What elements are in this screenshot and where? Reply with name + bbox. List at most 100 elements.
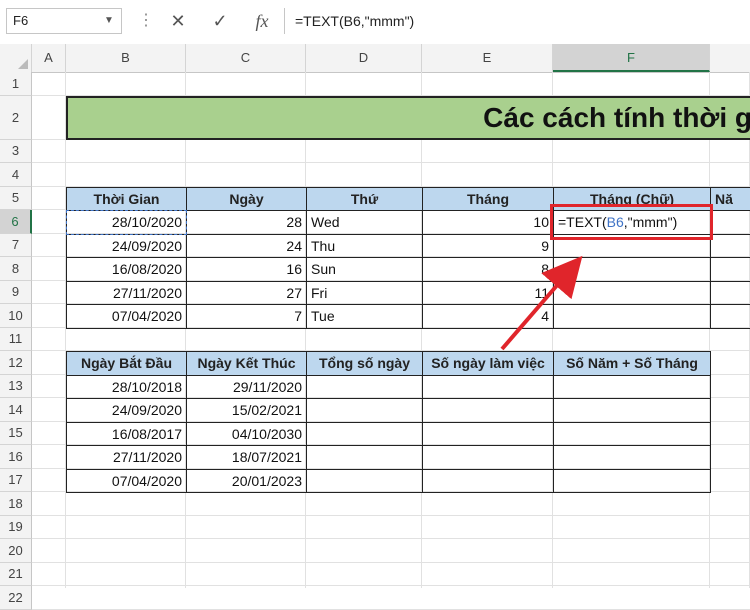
- table2-cell[interactable]: [553, 398, 711, 423]
- column-header-b[interactable]: B: [66, 44, 186, 72]
- row-header-7[interactable]: 7: [0, 233, 32, 257]
- table2-header-cell[interactable]: Ngày Kết Thúc: [186, 351, 307, 376]
- table2-cell[interactable]: 16/08/2017: [66, 421, 187, 446]
- row-header-12[interactable]: 12: [0, 351, 32, 375]
- table1-header-cell[interactable]: Tháng (Chữ): [553, 186, 711, 211]
- row-header-16[interactable]: 16: [0, 445, 32, 469]
- table2-cell[interactable]: 18/07/2021: [186, 445, 307, 470]
- table2-cell[interactable]: 20/01/2023: [186, 468, 307, 493]
- table2-cell[interactable]: 07/04/2020: [66, 468, 187, 493]
- sheet-title[interactable]: Các cách tính thời g: [66, 95, 750, 140]
- table1-cell[interactable]: Thu: [306, 233, 423, 258]
- cancel-button[interactable]: ✕: [165, 8, 191, 34]
- table1-cell[interactable]: 9: [422, 233, 554, 258]
- table1-cell[interactable]: [710, 304, 750, 329]
- table2-cell[interactable]: [306, 374, 423, 399]
- row-header-5[interactable]: 5: [0, 186, 32, 210]
- column-header-f[interactable]: F: [553, 44, 710, 72]
- table2-cell[interactable]: [553, 468, 711, 493]
- table1-cell[interactable]: 7: [186, 304, 307, 329]
- table1-header-cell[interactable]: Nă: [710, 186, 750, 211]
- table2-cell[interactable]: [553, 445, 711, 470]
- table1-header-cell[interactable]: Thời Gian: [66, 186, 187, 211]
- table2-cell[interactable]: [306, 468, 423, 493]
- table1-cell[interactable]: [553, 257, 711, 282]
- table1-cell[interactable]: Tue: [306, 304, 423, 329]
- table1-cell[interactable]: 16/08/2020: [66, 257, 187, 282]
- row-header-22[interactable]: 22: [0, 586, 32, 610]
- table1-cell[interactable]: 10: [422, 210, 554, 235]
- row-header-4[interactable]: 4: [0, 163, 32, 187]
- table1-cell[interactable]: Sun: [306, 257, 423, 282]
- chevron-down-icon[interactable]: ▼: [104, 15, 114, 26]
- editing-cell-f6[interactable]: =TEXT(B6 ,"mmm"): [554, 211, 709, 234]
- column-header-e[interactable]: E: [422, 44, 553, 72]
- table2-header-cell[interactable]: Số ngày làm việc: [422, 351, 554, 376]
- table2-cell[interactable]: 15/02/2021: [186, 398, 307, 423]
- row-header-11[interactable]: 11: [0, 327, 32, 351]
- table2-header-cell[interactable]: Số Năm + Số Tháng: [553, 351, 711, 376]
- row-header-21[interactable]: 21: [0, 562, 32, 586]
- column-header-a[interactable]: A: [32, 44, 66, 72]
- table2-cell[interactable]: [306, 421, 423, 446]
- table2-cell[interactable]: [422, 398, 554, 423]
- table1-cell[interactable]: 07/04/2020: [66, 304, 187, 329]
- table2-cell[interactable]: [553, 374, 711, 399]
- insert-function-button[interactable]: fx: [249, 8, 275, 34]
- table2-cell[interactable]: [422, 445, 554, 470]
- table2-cell[interactable]: [422, 468, 554, 493]
- table2-cell[interactable]: [306, 398, 423, 423]
- table1-cell[interactable]: 24: [186, 233, 307, 258]
- table2-header-cell[interactable]: Tổng số ngày: [306, 351, 423, 376]
- table1-cell[interactable]: [710, 233, 750, 258]
- table1-cell[interactable]: 16: [186, 257, 307, 282]
- row-header-3[interactable]: 3: [0, 139, 32, 163]
- table1-cell[interactable]: [553, 304, 711, 329]
- table1-cell[interactable]: [710, 280, 750, 305]
- formula-input[interactable]: =TEXT(B6,"mmm"): [284, 8, 750, 34]
- table1-cell[interactable]: Fri: [306, 280, 423, 305]
- table1-cell[interactable]: 24/09/2020: [66, 233, 187, 258]
- table1-cell[interactable]: 4: [422, 304, 554, 329]
- table2-cell[interactable]: 29/11/2020: [186, 374, 307, 399]
- row-header-20[interactable]: 20: [0, 539, 32, 563]
- row-header-15[interactable]: 15: [0, 421, 32, 445]
- row-header-18[interactable]: 18: [0, 492, 32, 516]
- table2-cell[interactable]: [422, 374, 554, 399]
- table2-cell[interactable]: 04/10/2030: [186, 421, 307, 446]
- table1-cell[interactable]: [553, 233, 711, 258]
- table1-cell[interactable]: 8: [422, 257, 554, 282]
- table2-cell[interactable]: [553, 421, 711, 446]
- worksheet-grid[interactable]: Các cách tính thời g Thời Gian Ngày Thứ Thá…: [32, 72, 750, 610]
- table2-header-cell[interactable]: Ngày Bắt Đầu: [66, 351, 187, 376]
- table1-cell[interactable]: 27: [186, 280, 307, 305]
- row-header-8[interactable]: 8: [0, 257, 32, 281]
- row-header-17[interactable]: 17: [0, 468, 32, 492]
- table1-cell[interactable]: 11: [422, 280, 554, 305]
- row-header-6[interactable]: 6: [0, 210, 32, 234]
- row-header-14[interactable]: 14: [0, 398, 32, 422]
- table1-cell[interactable]: 27/11/2020: [66, 280, 187, 305]
- column-header-g[interactable]: [710, 44, 750, 72]
- row-header-2[interactable]: 2: [0, 95, 32, 140]
- table1-cell[interactable]: 28/10/2020: [66, 210, 187, 235]
- select-all-button[interactable]: [0, 44, 32, 72]
- table2-cell[interactable]: [422, 421, 554, 446]
- row-header-19[interactable]: 19: [0, 515, 32, 539]
- table2-cell[interactable]: 27/11/2020: [66, 445, 187, 470]
- row-header-9[interactable]: 9: [0, 280, 32, 304]
- table1-header-cell[interactable]: Ngày: [186, 186, 307, 211]
- table1-cell[interactable]: Wed: [306, 210, 423, 235]
- table2-cell[interactable]: [306, 445, 423, 470]
- table1-cell[interactable]: [553, 280, 711, 305]
- table1-cell[interactable]: [710, 210, 750, 235]
- column-header-d[interactable]: D: [306, 44, 422, 72]
- table1-header-cell[interactable]: Thứ: [306, 186, 423, 211]
- table1-header-cell[interactable]: Tháng: [422, 186, 554, 211]
- row-header-13[interactable]: 13: [0, 374, 32, 398]
- row-header-10[interactable]: 10: [0, 304, 32, 328]
- table1-cell[interactable]: 28: [186, 210, 307, 235]
- table2-cell[interactable]: 28/10/2018: [66, 374, 187, 399]
- column-header-c[interactable]: C: [186, 44, 306, 72]
- table2-cell[interactable]: 24/09/2020: [66, 398, 187, 423]
